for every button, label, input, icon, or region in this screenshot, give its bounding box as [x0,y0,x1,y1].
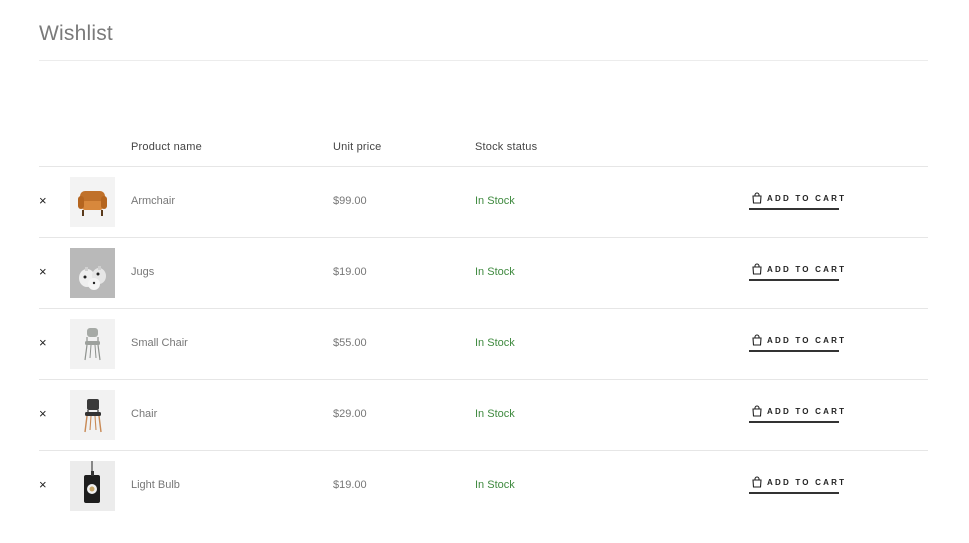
product-name-link[interactable]: Armchair [131,195,175,207]
add-to-cart-button[interactable]: ADD TO CART [749,261,844,281]
shopping-bag-icon [752,192,762,204]
table-row: × Jugs $19.00 In Stock ADD TO CART [39,238,928,309]
table-row: × Light Bulb $19.00 In Stock ADD TO CART [39,451,928,521]
add-to-cart-label: ADD TO CART [767,478,847,487]
light-bulb-image[interactable] [70,461,115,511]
add-to-cart-button[interactable]: ADD TO CART [749,332,844,352]
shopping-bag-icon [752,334,762,346]
add-to-cart-button[interactable]: ADD TO CART [749,190,844,210]
remove-item-button[interactable]: × [39,336,49,350]
add-to-cart-label: ADD TO CART [767,265,847,274]
product-name-link[interactable]: Chair [131,408,157,420]
unit-price: $55.00 [333,337,367,349]
page-title: Wishlist [39,22,113,45]
table-row: × Armchair $99.00 In Stock ADD TO CART [39,167,928,238]
unit-price: $99.00 [333,195,367,207]
unit-price: $19.00 [333,479,367,491]
remove-item-button[interactable]: × [39,194,49,208]
shopping-bag-icon [752,476,762,488]
stock-status: In Stock [475,266,515,278]
table-row: × Small Chair $55.00 In Stock ADD TO CAR… [39,309,928,380]
stock-status: In Stock [475,479,515,491]
product-name-link[interactable]: Light Bulb [131,479,180,491]
shopping-bag-icon [752,263,762,275]
unit-price: $19.00 [333,266,367,278]
product-name-link[interactable]: Small Chair [131,337,188,349]
stock-status: In Stock [475,195,515,207]
title-divider [39,60,928,61]
small-chair-image[interactable] [70,319,115,369]
add-to-cart-label: ADD TO CART [767,194,847,203]
header-unit-price: Unit price [333,141,382,153]
table-header: Product name Unit price Stock status [39,131,928,167]
chair-image[interactable] [70,390,115,440]
add-to-cart-button[interactable]: ADD TO CART [749,403,844,423]
wishlist-table: Product name Unit price Stock status × A… [39,131,928,521]
remove-item-button[interactable]: × [39,265,49,279]
add-to-cart-label: ADD TO CART [767,336,847,345]
stock-status: In Stock [475,408,515,420]
armchair-image[interactable] [70,177,115,227]
add-to-cart-button[interactable]: ADD TO CART [749,474,844,494]
shopping-bag-icon [752,405,762,417]
header-product-name: Product name [131,141,202,153]
header-stock-status: Stock status [475,141,538,153]
table-row: × Chair $29.00 In Stock ADD TO CART [39,380,928,451]
unit-price: $29.00 [333,408,367,420]
stock-status: In Stock [475,337,515,349]
remove-item-button[interactable]: × [39,478,49,492]
product-name-link[interactable]: Jugs [131,266,154,278]
remove-item-button[interactable]: × [39,407,49,421]
jugs-image[interactable] [70,248,115,298]
wishlist-page: Wishlist Product name Unit price Stock s… [0,0,969,543]
add-to-cart-label: ADD TO CART [767,407,847,416]
